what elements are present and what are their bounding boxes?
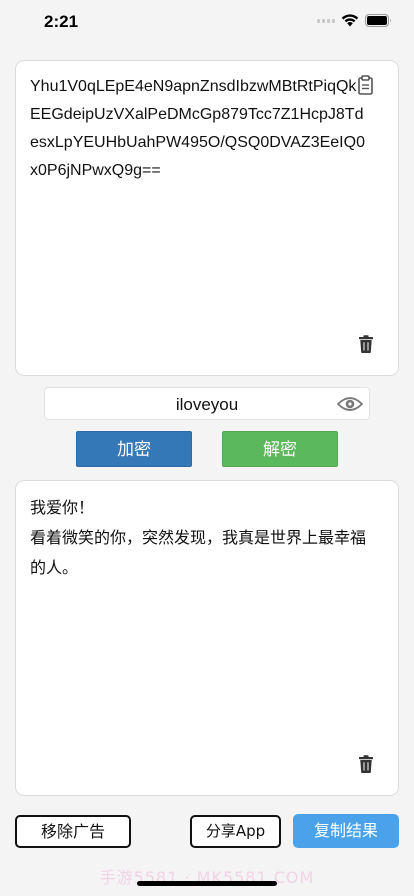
home-indicator[interactable] xyxy=(137,881,277,886)
wifi-icon xyxy=(341,14,359,27)
paste-icon[interactable] xyxy=(356,75,374,95)
remove-ads-button[interactable]: 移除广告 xyxy=(15,815,131,848)
cipher-input-text[interactable]: Yhu1V0qLEpE4eN9apnZnsdIbzwMBtRtPiqQkEEGd… xyxy=(30,73,366,185)
plaintext-output-field[interactable]: 我爱你！ 看着微笑的你，突然发现，我真是世界上最幸福的人。 xyxy=(15,480,399,796)
battery-icon xyxy=(365,14,391,27)
key-input[interactable]: iloveyou xyxy=(44,387,370,420)
status-bar: 2:21 xyxy=(0,0,414,48)
decrypt-button[interactable]: 解密 xyxy=(222,431,338,467)
status-icons xyxy=(317,14,392,27)
eye-icon[interactable] xyxy=(337,395,363,413)
share-app-button[interactable]: 分享App xyxy=(190,815,281,848)
encrypt-button[interactable]: 加密 xyxy=(76,431,192,467)
key-input-text[interactable]: iloveyou xyxy=(45,388,369,421)
cellular-signal-icon xyxy=(317,18,335,23)
plaintext-output-text[interactable]: 我爱你！ 看着微笑的你，突然发现，我真是世界上最幸福的人。 xyxy=(30,493,366,583)
copy-result-button[interactable]: 复制结果 xyxy=(293,814,399,848)
trash-icon[interactable] xyxy=(358,755,374,773)
cipher-input-field[interactable]: Yhu1V0qLEpE4eN9apnZnsdIbzwMBtRtPiqQkEEGd… xyxy=(15,60,399,376)
trash-icon[interactable] xyxy=(358,335,374,353)
status-time: 2:21 xyxy=(44,12,79,31)
